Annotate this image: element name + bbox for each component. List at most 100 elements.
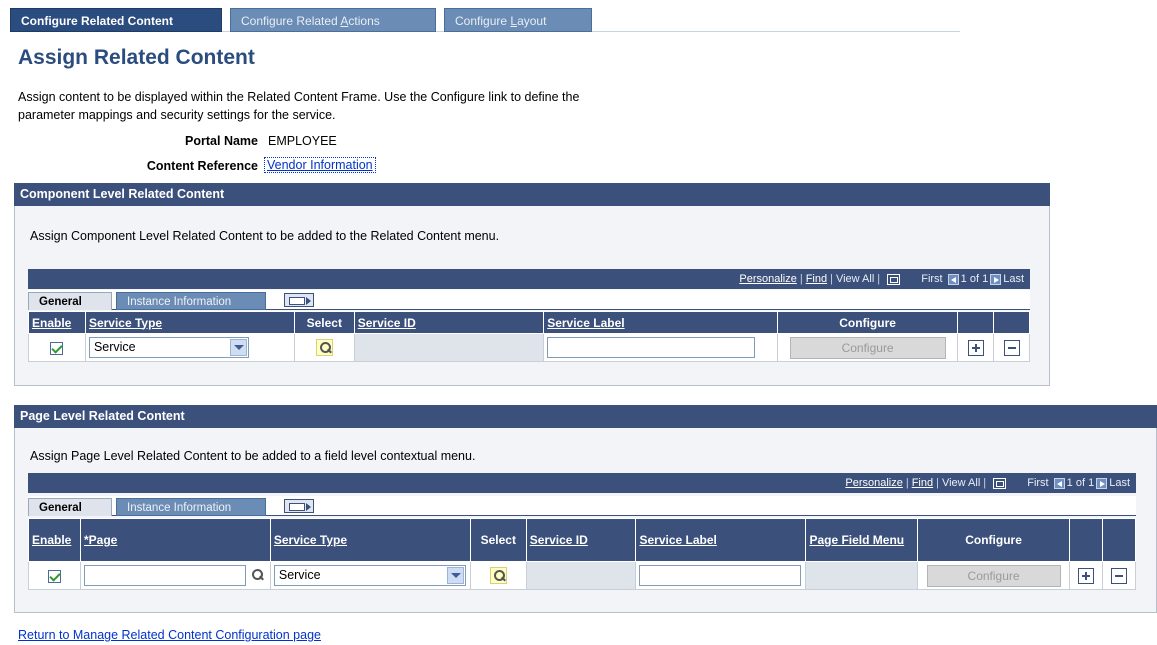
lookup-icon[interactable] (315, 339, 333, 356)
configure-button[interactable]: Configure (789, 336, 946, 359)
component-grid-nav: Personalize | Find | View All | First 1 of 1L… (28, 269, 1030, 289)
component-section-description: Assign Component Level Related Content t… (30, 229, 500, 243)
delete-row-cell (1101, 561, 1137, 590)
service-id-cell (353, 333, 545, 362)
service-label-input[interactable] (547, 337, 756, 358)
service-label-input[interactable] (639, 565, 802, 586)
content-reference-link[interactable]: Vendor Information (264, 157, 376, 173)
content-reference-value: Vendor Information (264, 157, 376, 173)
add-row-cell (957, 333, 994, 362)
add-row-icon[interactable] (1078, 567, 1094, 584)
return-link-container: Return to Manage Related Content Configu… (18, 628, 321, 642)
col-enable[interactable]: Enable (28, 518, 81, 562)
previous-row-icon[interactable] (947, 273, 959, 285)
find-link[interactable]: Find (912, 477, 933, 489)
col-service-label[interactable]: Service Label (635, 518, 807, 562)
lookup-icon[interactable] (489, 567, 507, 584)
show-all-columns-icon[interactable] (284, 293, 314, 307)
chevron-down-icon (446, 567, 464, 584)
enable-cell (28, 561, 81, 590)
previous-row-icon[interactable] (1053, 477, 1065, 489)
tab-configure-related-actions[interactable]: Configure Related Actions (230, 8, 436, 32)
col-page-field-menu[interactable]: Page Field Menu (805, 518, 919, 562)
delete-row-cell (993, 333, 1030, 362)
zoom-icon[interactable] (993, 477, 1007, 489)
service-type-value: Service (278, 568, 321, 582)
configure-cell: Configure (777, 333, 959, 362)
col-page[interactable]: *Page (79, 518, 271, 562)
page-cell (79, 561, 271, 590)
component-grid: Enable Service Type Select Service ID Se… (28, 311, 1030, 362)
page-grid: Enable *Page Service Type Select Service… (28, 518, 1137, 590)
tab-label-rest: ayout (517, 14, 547, 28)
service-type-cell: Service (269, 561, 471, 590)
zoom-icon[interactable] (887, 273, 901, 285)
tab-configure-related-content[interactable]: Configure Related Content (10, 8, 222, 32)
col-configure: Configure (777, 311, 959, 334)
tab-label: Configure Related (241, 14, 341, 28)
enable-cell (28, 333, 86, 362)
grid-tab-general[interactable]: General (28, 498, 112, 516)
col-service-label[interactable]: Service Label (543, 311, 779, 334)
page-field-menu-cell (805, 561, 919, 590)
show-all-columns-icon[interactable] (284, 499, 314, 513)
add-row-icon[interactable] (967, 339, 984, 356)
service-label-cell (635, 561, 807, 590)
col-enable[interactable]: Enable (28, 311, 86, 334)
configure-cell: Configure (917, 561, 1071, 590)
grid-tab-instance-information[interactable]: Instance Information (116, 292, 266, 310)
col-delete (993, 311, 1030, 334)
first-label: First (1027, 477, 1049, 489)
delete-row-icon[interactable] (1110, 567, 1127, 584)
next-row-icon[interactable] (1096, 477, 1108, 489)
portal-name-label: Portal Name (185, 134, 258, 148)
page-lookup-icon[interactable] (249, 567, 266, 584)
col-select: Select (469, 518, 527, 562)
top-tab-bar: Configure Related Content Configure Rela… (10, 8, 960, 32)
table-row: Service Configure (28, 333, 1030, 362)
component-section-header: Component Level Related Content (14, 183, 1050, 206)
delete-row-icon[interactable] (1003, 339, 1020, 356)
portal-name-value: EMPLOYEE (268, 134, 337, 148)
col-service-id[interactable]: Service ID (525, 518, 637, 562)
tab-configure-layout[interactable]: Configure Layout (444, 8, 592, 32)
grid-tab-general[interactable]: General (28, 292, 112, 310)
table-row: Service Configure (28, 561, 1137, 590)
col-add (957, 311, 994, 334)
page-section-header: Page Level Related Content (14, 405, 1157, 428)
col-delete (1101, 518, 1137, 562)
enable-checkbox[interactable] (47, 569, 61, 583)
col-select: Select (293, 311, 355, 334)
page-section-description: Assign Page Level Related Content to be … (30, 449, 476, 463)
return-to-manage-link[interactable]: Return to Manage Related Content Configu… (18, 628, 321, 642)
view-all-text: View All (941, 477, 981, 489)
select-cell (293, 333, 355, 362)
enable-checkbox[interactable] (50, 341, 64, 355)
configure-button[interactable]: Configure (926, 564, 1061, 587)
service-type-value: Service (93, 340, 136, 354)
service-label-cell (543, 333, 779, 362)
component-grid-tabs: General Instance Information (28, 290, 1030, 310)
add-row-cell (1069, 561, 1103, 590)
col-service-id[interactable]: Service ID (353, 311, 545, 334)
row-range: 1 of 1 (1066, 477, 1095, 489)
service-type-select[interactable]: Service (273, 565, 466, 586)
service-type-cell: Service (84, 333, 295, 362)
page-grid-tabs: General Instance Information (28, 496, 1136, 516)
page-grid-nav: Personalize | Find | View All | First 1 of 1L… (28, 473, 1136, 493)
col-service-type[interactable]: Service Type (269, 518, 471, 562)
first-label: First (921, 273, 943, 285)
personalize-link[interactable]: Personalize (845, 477, 902, 489)
next-row-icon[interactable] (990, 273, 1002, 285)
find-link[interactable]: Find (806, 273, 827, 285)
last-label: Last (1003, 273, 1024, 285)
col-service-type[interactable]: Service Type (84, 311, 295, 334)
page-input[interactable] (83, 565, 246, 586)
row-range: 1 of 1 (960, 273, 989, 285)
service-id-cell (525, 561, 637, 590)
service-type-select[interactable]: Service (88, 337, 249, 358)
grid-tab-instance-information[interactable]: Instance Information (116, 498, 266, 516)
personalize-link[interactable]: Personalize (739, 273, 796, 285)
last-label: Last (1109, 477, 1130, 489)
col-configure: Configure (917, 518, 1071, 562)
